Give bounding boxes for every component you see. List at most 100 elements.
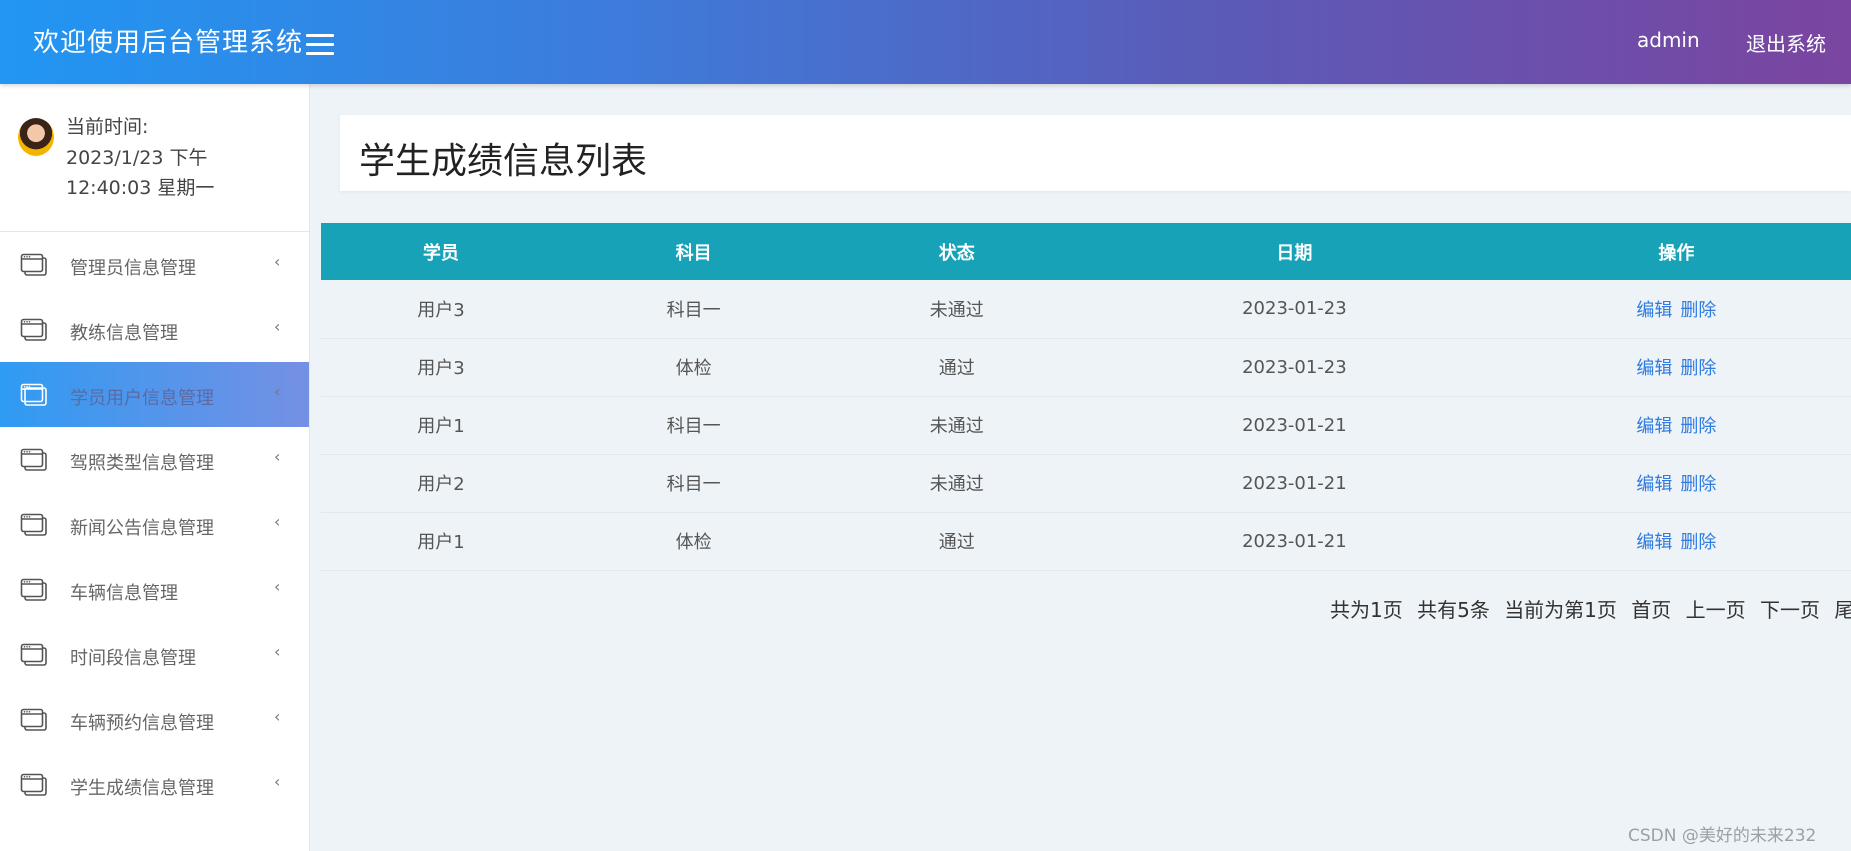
- sidebar-item-0[interactable]: 管理员信息管理 ‹: [0, 232, 309, 297]
- sidebar-item-2[interactable]: 学员用户信息管理 ‹: [0, 362, 309, 427]
- cell-student: 用户2: [321, 454, 561, 513]
- edit-link[interactable]: 编辑: [1636, 300, 1672, 321]
- sidebar-item-7[interactable]: 车辆预约信息管理 ‹: [0, 687, 309, 752]
- chevron-left-icon: ‹: [274, 642, 281, 661]
- chevron-left-icon: ‹: [274, 317, 281, 336]
- delete-link[interactable]: 删除: [1680, 532, 1716, 553]
- chevron-left-icon: ‹: [274, 772, 281, 791]
- cell-date: 2023-01-23: [1087, 338, 1502, 397]
- cell-status: 未通过: [826, 396, 1088, 455]
- prev-page-link[interactable]: 上一页: [1686, 598, 1746, 622]
- cell-student: 用户3: [321, 338, 561, 397]
- cell-actions: 编辑 删除: [1501, 454, 1851, 513]
- table-header-row: 学员 科目 状态 日期 操作: [321, 223, 1851, 280]
- page-header-card: 学生成绩信息列表: [340, 115, 1851, 191]
- table-row: 用户3 科目一 未通过 2023-01-23 编辑 删除: [321, 280, 1851, 339]
- chevron-left-icon: ‹: [274, 577, 281, 596]
- cell-status: 通过: [826, 338, 1088, 397]
- main-content: 学生成绩信息列表 学员 科目 状态 日期 操作 用户3 科目一 未通过 2023-01…: [310, 84, 1851, 851]
- column-header-subject: 科目: [560, 223, 827, 280]
- cell-subject: 体检: [560, 512, 827, 571]
- last-page-link[interactable]: 尾页: [1834, 598, 1851, 622]
- cell-date: 2023-01-21: [1087, 454, 1502, 513]
- window-icon: [20, 448, 48, 472]
- pagination: 共为1页 共有5条 当前为第1页 首页 上一页 下一页 尾页: [1330, 594, 1851, 623]
- window-icon: [20, 643, 48, 667]
- window-icon: [20, 773, 48, 797]
- total-pages-text: 共为1页: [1330, 598, 1403, 622]
- watermark: CSDN @美好的未来232: [1628, 826, 1817, 846]
- cell-actions: 编辑 删除: [1501, 338, 1851, 397]
- sidebar-item-8[interactable]: 学生成绩信息管理 ‹: [0, 752, 309, 817]
- delete-link[interactable]: 删除: [1680, 416, 1716, 437]
- table-row: 用户1 科目一 未通过 2023-01-21 编辑 删除: [321, 396, 1851, 455]
- sidebar-item-label: 新闻公告信息管理: [70, 518, 214, 539]
- window-icon: [20, 318, 48, 342]
- column-header-status: 状态: [826, 223, 1088, 280]
- app-title: 欢迎使用后台管理系统: [33, 28, 304, 58]
- window-icon: [20, 708, 48, 732]
- window-icon: [20, 253, 48, 277]
- sidebar-item-label: 学生成绩信息管理: [70, 778, 214, 799]
- sidebar-item-label: 教练信息管理: [70, 323, 178, 344]
- edit-link[interactable]: 编辑: [1636, 416, 1672, 437]
- cell-actions: 编辑 删除: [1501, 280, 1851, 339]
- column-header-student: 学员: [321, 223, 561, 280]
- cell-subject: 科目一: [560, 280, 827, 339]
- window-icon: [20, 578, 48, 602]
- next-page-link[interactable]: 下一页: [1760, 598, 1820, 622]
- sidebar-menu: 管理员信息管理 ‹ 教练信息管理 ‹ 学员用户信息管理 ‹ 驾照类型信息管理 ‹ 新闻公告信息管…: [0, 232, 309, 817]
- chevron-left-icon: ‹: [274, 382, 281, 401]
- top-header: 欢迎使用后台管理系统 admin 退出系统: [0, 0, 1851, 84]
- hamburger-menu-icon[interactable]: [306, 34, 334, 56]
- edit-link[interactable]: 编辑: [1636, 474, 1672, 495]
- cell-status: 未通过: [826, 454, 1088, 513]
- sidebar-item-label: 驾照类型信息管理: [70, 453, 214, 474]
- logout-button[interactable]: 退出系统: [1746, 28, 1826, 57]
- sidebar-item-6[interactable]: 时间段信息管理 ‹: [0, 622, 309, 687]
- column-header-actions: 操作: [1501, 223, 1851, 280]
- sidebar: 当前时间: 2023/1/23 下午 12:40:03 星期一 管理员信息管理 ‹…: [0, 84, 310, 851]
- cell-status: 未通过: [826, 280, 1088, 339]
- table-row: 用户2 科目一 未通过 2023-01-21 编辑 删除: [321, 454, 1851, 513]
- cell-subject: 体检: [560, 338, 827, 397]
- current-time-value: 2023/1/23 下午 12:40:03 星期一: [66, 147, 215, 199]
- first-page-link[interactable]: 首页: [1631, 598, 1671, 622]
- scores-table: 学员 科目 状态 日期 操作 用户3 科目一 未通过 2023-01-23 编辑 删除 用户…: [321, 223, 1851, 571]
- edit-link[interactable]: 编辑: [1636, 358, 1672, 379]
- cell-student: 用户1: [321, 396, 561, 455]
- sidebar-item-label: 时间段信息管理: [70, 648, 196, 669]
- cell-actions: 编辑 删除: [1501, 396, 1851, 455]
- cell-date: 2023-01-21: [1087, 396, 1502, 455]
- current-page-text: 当前为第1页: [1504, 598, 1617, 622]
- delete-link[interactable]: 删除: [1680, 474, 1716, 495]
- sidebar-item-1[interactable]: 教练信息管理 ‹: [0, 297, 309, 362]
- page-title: 学生成绩信息列表: [359, 141, 648, 182]
- sidebar-item-label: 车辆信息管理: [70, 583, 178, 604]
- delete-link[interactable]: 删除: [1680, 300, 1716, 321]
- edit-link[interactable]: 编辑: [1636, 532, 1672, 553]
- chevron-left-icon: ‹: [274, 707, 281, 726]
- cell-actions: 编辑 删除: [1501, 512, 1851, 571]
- total-records-text: 共有5条: [1417, 598, 1490, 622]
- table-row: 用户1 体检 通过 2023-01-21 编辑 删除: [321, 512, 1851, 571]
- sidebar-item-label: 车辆预约信息管理: [70, 713, 214, 734]
- avatar: [18, 118, 54, 156]
- sidebar-item-5[interactable]: 车辆信息管理 ‹: [0, 557, 309, 622]
- cell-status: 通过: [826, 512, 1088, 571]
- sidebar-item-3[interactable]: 驾照类型信息管理 ‹: [0, 427, 309, 492]
- current-time-label: 当前时间:: [66, 116, 149, 138]
- username-label[interactable]: admin: [1637, 28, 1700, 52]
- cell-date: 2023-01-23: [1087, 280, 1502, 339]
- cell-subject: 科目一: [560, 454, 827, 513]
- sidebar-item-label: 学员用户信息管理: [70, 388, 214, 409]
- delete-link[interactable]: 删除: [1680, 358, 1716, 379]
- column-header-date: 日期: [1087, 223, 1502, 280]
- table-row: 用户3 体检 通过 2023-01-23 编辑 删除: [321, 338, 1851, 397]
- window-icon: [20, 383, 48, 407]
- cell-subject: 科目一: [560, 396, 827, 455]
- chevron-left-icon: ‹: [274, 512, 281, 531]
- chevron-left-icon: ‹: [274, 447, 281, 466]
- cell-student: 用户3: [321, 280, 561, 339]
- sidebar-item-4[interactable]: 新闻公告信息管理 ‹: [0, 492, 309, 557]
